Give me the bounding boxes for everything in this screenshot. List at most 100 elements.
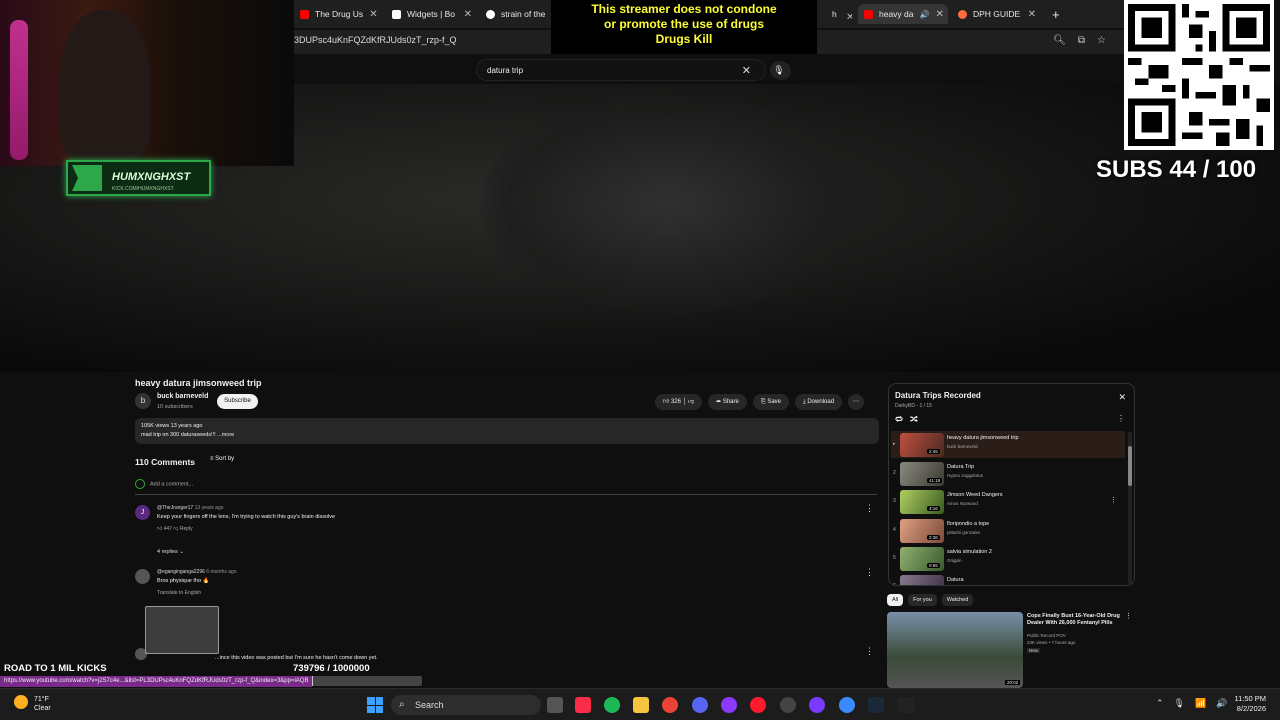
comment-author[interactable]: @eganginganga2296 [157, 569, 205, 575]
recommended-thumbnail[interactable] [887, 612, 1023, 688]
comment-menu-icon[interactable]: ⋮ [865, 567, 874, 578]
add-comment-placeholder: Add a comment... [150, 481, 194, 488]
recommended-channel[interactable]: Public Record POV [1027, 633, 1066, 638]
search-box[interactable]: datura trip ✕ ⌕ [476, 59, 791, 81]
loop-icon[interactable]: 🔁︎ [895, 414, 903, 426]
task-view-icon[interactable] [547, 697, 563, 713]
recommended-menu-icon[interactable]: ⋮ [1125, 612, 1132, 620]
comment-count: 110 Comments [135, 457, 195, 467]
zoom-icon[interactable]: 🔍︎ [1053, 35, 1066, 46]
widget-icon [392, 9, 401, 19]
new-tab-button[interactable]: + [1046, 4, 1066, 24]
share-label: Share [722, 399, 739, 405]
app-icon[interactable] [721, 697, 737, 713]
more-actions-button[interactable]: ⋯ [848, 394, 865, 410]
playlist-item[interactable]: ▸ 2:45 heavy datura jimsonweed trip buck… [891, 431, 1125, 458]
browser-tab[interactable]: DPH GUIDE ✕ [952, 4, 1042, 24]
browser-tab-active[interactable]: heavy da 🔊 ✕ [858, 4, 948, 24]
close-tab-icon[interactable]: ✕ [464, 9, 472, 20]
channel-name[interactable]: buck barneveld [157, 393, 208, 400]
weather-widget[interactable]: 71°F Clear [14, 695, 51, 713]
app-icon[interactable] [809, 697, 825, 713]
install-app-icon[interactable]: ⧉ [1078, 35, 1085, 46]
playlist-item[interactable]: 4 2:36 floripondio a tope pitlashi gonza… [891, 517, 1125, 544]
system-tray: ⌃ 🎙 📶 🔊 [1156, 698, 1227, 709]
bookmark-star-icon[interactable]: ☆ [1097, 35, 1106, 46]
playlist-item-title: Datura [947, 577, 964, 583]
browser-tab[interactable]: strain of the [480, 4, 550, 24]
share-button[interactable]: ➦ Share [708, 394, 747, 410]
spotify-icon[interactable] [604, 697, 620, 713]
close-tab-icon[interactable]: ✕ [1028, 9, 1036, 20]
scrollbar-thumb[interactable] [1128, 446, 1132, 486]
playlist-item[interactable]: 2 41:19 Datura Trip Hypno Juggalotus [891, 460, 1125, 487]
app-icon[interactable] [897, 697, 915, 713]
shuffle-icon[interactable]: 🔀︎ [910, 414, 918, 426]
comment-time[interactable]: 6 months ago [206, 569, 236, 575]
steam-icon[interactable] [868, 697, 884, 713]
description-box[interactable]: 105K views 13 years ago mad trip on 300 … [135, 418, 879, 444]
playlist-scrollbar[interactable] [1128, 432, 1132, 584]
streamer-silhouette [60, 10, 150, 160]
like-button[interactable]: 👍︎ 326 │ 👎︎ [655, 394, 703, 410]
comment-text: Bros physique tho 🔥 [157, 578, 210, 584]
speaker-icon[interactable]: 🔊 [920, 10, 930, 19]
browser-tab[interactable]: Widgets | Bo ✕ [386, 4, 478, 24]
subscribe-button[interactable]: Subscribe [217, 394, 258, 409]
chip-for-you[interactable]: For you [908, 594, 937, 606]
discord-icon[interactable] [692, 697, 708, 713]
close-tab-icon[interactable]: ✕ [935, 9, 943, 20]
opera-icon[interactable] [750, 697, 766, 713]
url-text[interactable]: 3DUPsc4uKnFQZdKfRJUds0zT_rzp-f_Q [294, 35, 457, 45]
windows-start-icon[interactable] [367, 697, 383, 713]
playlist-item[interactable]: 5 0:55 salvia simulation 2 Grigpin [891, 545, 1125, 572]
replies-toggle[interactable]: 4 replies ⌄ [157, 549, 184, 555]
music-app-icon[interactable] [575, 697, 591, 713]
save-button[interactable]: ⎘ Save [752, 394, 790, 410]
obs-icon[interactable] [780, 697, 796, 713]
channel-avatar[interactable]: b [135, 393, 151, 409]
taskbar-search[interactable]: ⌕ Search [391, 695, 541, 715]
translate-link[interactable]: Translate to English [157, 590, 201, 596]
recommended-title[interactable]: Cops Finally Bust 16-Year-Old Drug Deale… [1027, 613, 1122, 627]
sort-button[interactable]: ≡ Sort by [210, 456, 234, 462]
chip-watched[interactable]: Watched [941, 594, 974, 606]
playlist-item[interactable]: 6 Datura [891, 573, 1125, 585]
chip-all[interactable]: All [887, 594, 904, 606]
comment-menu-icon[interactable]: ⋮ [865, 503, 874, 514]
playlist-menu-icon[interactable]: ⋮ [1117, 414, 1125, 423]
streamer-name: HUMXNGHXST [112, 171, 191, 183]
add-comment-field[interactable]: Add a comment... [135, 479, 877, 495]
item-menu-icon[interactable]: ⋮ [1110, 496, 1117, 504]
clear-search-icon[interactable]: ✕ [742, 64, 751, 77]
microphone-icon[interactable]: 🎙 [1174, 698, 1185, 709]
close-tab-icon[interactable]: ✕ [369, 9, 377, 20]
taskbar-search-label: Search [415, 700, 444, 710]
commenter-avatar[interactable]: J [135, 505, 150, 520]
system-clock[interactable]: 11:50 PM 8/2/2026 [1234, 694, 1266, 714]
chrome-icon[interactable] [662, 697, 678, 713]
browser-tab[interactable]: The Drug Us ✕ [294, 4, 382, 24]
thumbs-down-icon[interactable]: 👎︎ [688, 399, 694, 405]
download-button[interactable]: ⤓ Download [795, 394, 843, 410]
chrome-active-icon[interactable] [839, 697, 855, 713]
comment-menu-icon[interactable]: ⋮ [865, 646, 874, 657]
commenter-avatar[interactable] [135, 569, 150, 584]
reply-button[interactable]: Reply [180, 526, 193, 532]
recommended-video[interactable]: 20:02 Cops Finally Bust 16-Year-Old Drug… [887, 612, 1132, 688]
chevron-up-icon[interactable]: ⌃ [1156, 698, 1164, 709]
subscriber-count: 10 subscribers [157, 404, 193, 410]
microphone-icon[interactable]: 🎙 [770, 61, 788, 79]
playlist-item[interactable]: 3 4:16 Jimson Weed Dangers Amos Norwood … [891, 488, 1125, 515]
comment-time[interactable]: 13 years ago [195, 505, 224, 511]
file-explorer-icon[interactable] [633, 697, 649, 713]
playlist-title[interactable]: Datura Trips Recorded [895, 391, 981, 400]
volume-icon[interactable]: 🔊 [1216, 698, 1227, 709]
close-icon[interactable]: ✕ [1118, 392, 1126, 403]
like-icon[interactable]: 👍︎ [157, 526, 164, 532]
close-tab-icon[interactable]: ✕ [840, 7, 852, 27]
comment-author[interactable]: @TheJranger17 [157, 505, 193, 511]
filter-chips: All For you Watched [887, 594, 974, 606]
wifi-icon[interactable]: 📶 [1195, 698, 1206, 709]
search-input[interactable]: datura trip [487, 66, 523, 75]
